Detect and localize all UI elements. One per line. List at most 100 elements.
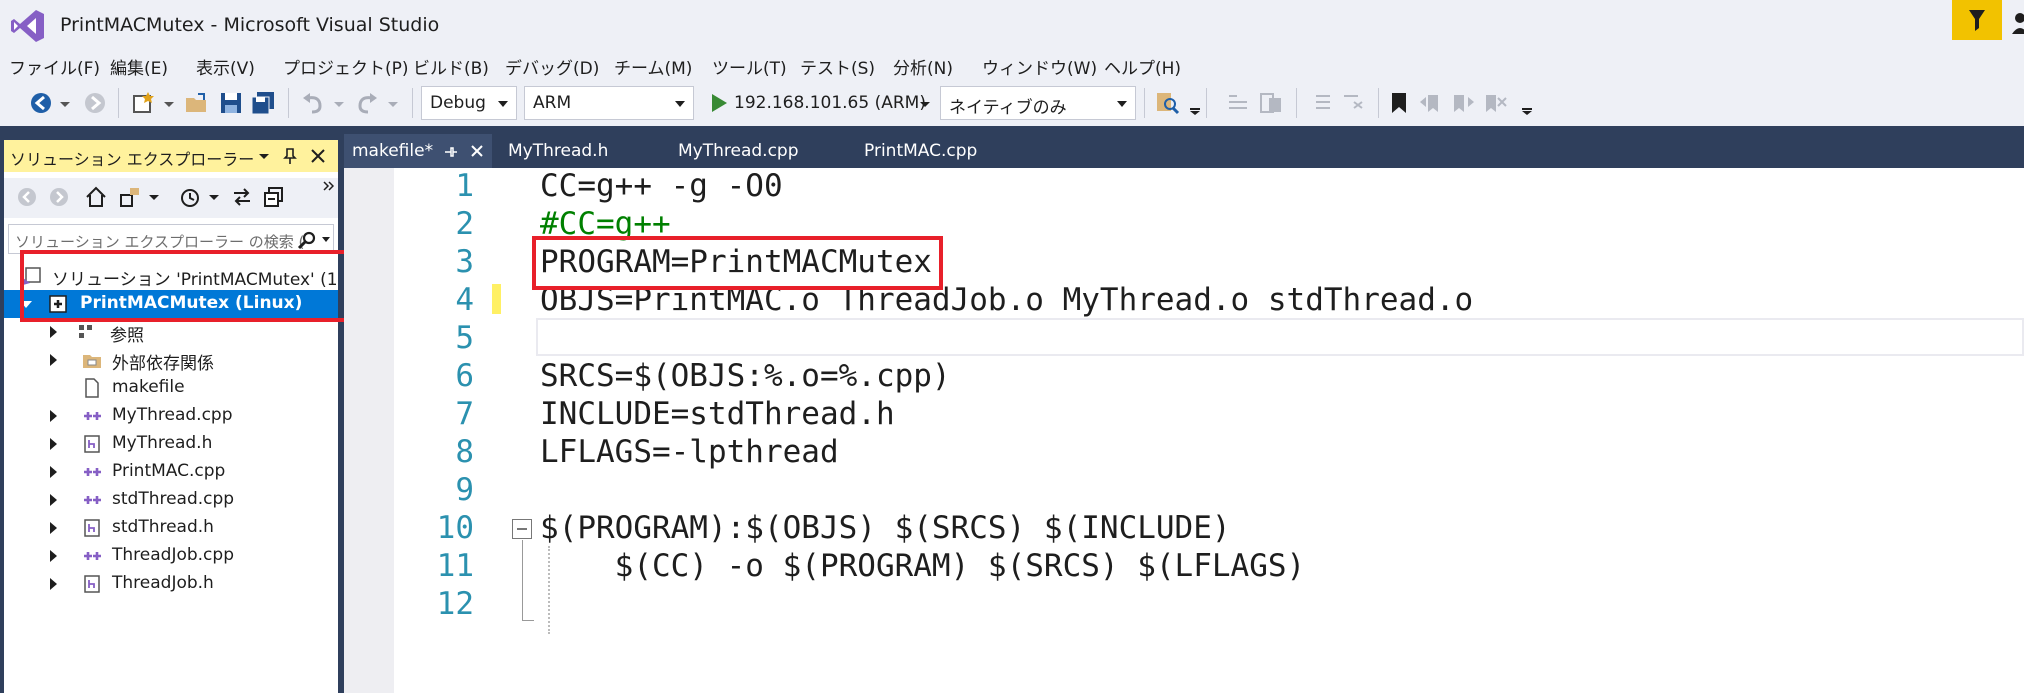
save-all-icon[interactable] [250,90,276,116]
back-icon[interactable] [16,186,38,208]
menu-file[interactable]: ファイル(F) [9,54,100,79]
next-bookmark-icon[interactable] [1450,90,1476,116]
code-line[interactable]: SRCS=$(OBJS:%.o=%.cpp) [540,358,951,394]
tab-makefile[interactable]: makefile* [344,134,492,168]
tree-item-external-deps[interactable]: 外部依存関係 [4,346,338,374]
toolbar-separator [1144,88,1145,118]
close-icon[interactable] [470,144,484,158]
toolbar-overflow-icon[interactable] [1520,90,1534,116]
bookmark-icon[interactable] [1386,90,1412,116]
tree-item-stdthread-h[interactable]: stdThread.h [4,514,338,542]
chevron-right-icon[interactable] [50,466,57,478]
tab-mythread-cpp[interactable]: MyThread.cpp [670,134,856,168]
run-target-label[interactable]: 192.168.101.65 (ARM) [734,93,926,113]
chevron-right-icon[interactable] [50,578,57,590]
back-icon[interactable] [28,90,54,116]
toolbar-separator [1296,88,1297,118]
back-dropdown-icon[interactable] [58,90,72,116]
save-icon[interactable] [218,90,244,116]
chevron-right-icon[interactable] [50,522,57,534]
menu-project[interactable]: プロジェクト(P) [283,54,409,79]
toolbar-separator [118,88,119,118]
tree-item-references[interactable]: 参照 [4,318,338,346]
redo-icon[interactable] [354,90,380,116]
pending-changes-icon[interactable] [178,185,202,209]
increase-indent-icon[interactable] [1340,90,1366,116]
menu-team[interactable]: チーム(M) [614,54,692,79]
line-number: 3 [455,244,474,280]
code-line[interactable]: $(CC) -o $(PROGRAM) $(SRCS) $(LFLAGS) [540,548,1306,584]
chevron-right-icon[interactable] [50,550,57,562]
platform-select[interactable]: ARM [524,86,694,120]
menu-view[interactable]: 表示(V) [196,54,255,79]
tree-item-stdthread-cpp[interactable]: stdThread.cpp [4,486,338,514]
find-in-files-icon[interactable] [1154,90,1180,116]
menu-help[interactable]: ヘルプ(H) [1104,54,1181,79]
tree-item-threadjob-h[interactable]: ThreadJob.h [4,570,338,598]
redo-dropdown-icon[interactable] [386,90,400,116]
tree-item-threadjob-cpp[interactable]: ThreadJob.cpp [4,542,338,570]
new-dropdown-icon[interactable] [162,90,176,116]
close-icon[interactable] [310,148,326,164]
clear-bookmarks-icon[interactable] [1482,90,1508,116]
switch-views-icon[interactable] [118,185,142,209]
fold-region-end [522,620,534,621]
forward-icon[interactable] [48,186,70,208]
tree-item-makefile[interactable]: makefile [4,374,338,402]
menu-test[interactable]: テスト(S) [800,54,875,79]
menu-analyze[interactable]: 分析(N) [893,54,953,79]
collapse-region-icon[interactable] [512,519,532,539]
decrease-indent-icon[interactable] [1308,90,1334,116]
code-line[interactable]: INCLUDE=stdThread.h [540,396,895,432]
previous-bookmark-icon[interactable] [1418,90,1444,116]
start-debug-icon[interactable] [706,90,732,116]
menu-window[interactable]: ウィンドウ(W) [982,54,1097,79]
chevron-right-icon[interactable] [50,438,57,450]
run-target-dropdown-icon[interactable] [918,90,932,116]
tree-item-label: makefile [112,377,185,397]
menu-build[interactable]: ビルド(B) [413,54,489,79]
unsaved-change-marker [492,284,501,314]
collapse-all-icon[interactable] [262,185,286,209]
tree-item-mythread-h[interactable]: MyThread.h [4,430,338,458]
home-icon[interactable] [84,185,108,209]
search-options-dropdown-icon[interactable] [321,235,331,245]
undo-dropdown-icon[interactable] [332,90,346,116]
menu-tools[interactable]: ツール(T) [712,54,787,79]
comment-icon[interactable] [1226,90,1252,116]
tab-label: makefile* [352,141,434,161]
feedback-button[interactable] [1952,0,2002,40]
search-icon[interactable] [297,230,317,250]
tab-mythread-h[interactable]: MyThread.h [500,134,670,168]
pending-changes-dropdown-icon[interactable] [208,192,220,204]
panel-menu-dropdown-icon[interactable] [258,150,270,162]
sync-icon[interactable] [230,185,254,209]
pin-icon[interactable] [282,147,298,165]
chevron-right-icon[interactable] [50,354,57,366]
chevron-right-icon[interactable] [50,494,57,506]
code-line[interactable]: LFLAGS=-lpthread [540,434,839,470]
switch-views-dropdown-icon[interactable] [148,192,160,204]
menu-debug[interactable]: デバッグ(D) [505,54,599,79]
chevron-right-icon[interactable] [50,410,57,422]
new-project-icon[interactable] [130,90,156,116]
tree-item-mythread-cpp[interactable]: MyThread.cpp [4,402,338,430]
chevron-right-icon[interactable] [50,326,57,338]
uncomment-icon[interactable] [1258,90,1284,116]
open-folder-icon[interactable] [184,90,210,116]
code-line[interactable]: CC=g++ -g -O0 [540,168,783,204]
tab-printmac-cpp[interactable]: PrintMAC.cpp [856,134,1046,168]
undo-icon[interactable] [300,90,326,116]
code-line[interactable]: $(PROGRAM):$(OBJS) $(SRCS) $(INCLUDE) [540,510,1231,546]
solution-explorer-header[interactable]: ソリューション エクスプローラー [4,140,338,172]
user-icon[interactable] [2010,8,2024,38]
pin-icon[interactable] [444,145,458,159]
tree-item-label: 参照 [110,326,144,346]
forward-icon[interactable] [82,90,108,116]
debugger-type-select[interactable]: ネイティブのみ [940,86,1136,120]
menu-edit[interactable]: 編集(E) [110,54,168,79]
toolbar-overflow-icon[interactable] [1188,90,1202,116]
toolbar-overflow-icon[interactable] [322,180,334,192]
tree-item-printmac-cpp[interactable]: PrintMAC.cpp [4,458,338,486]
configuration-select[interactable]: Debug [421,86,517,120]
